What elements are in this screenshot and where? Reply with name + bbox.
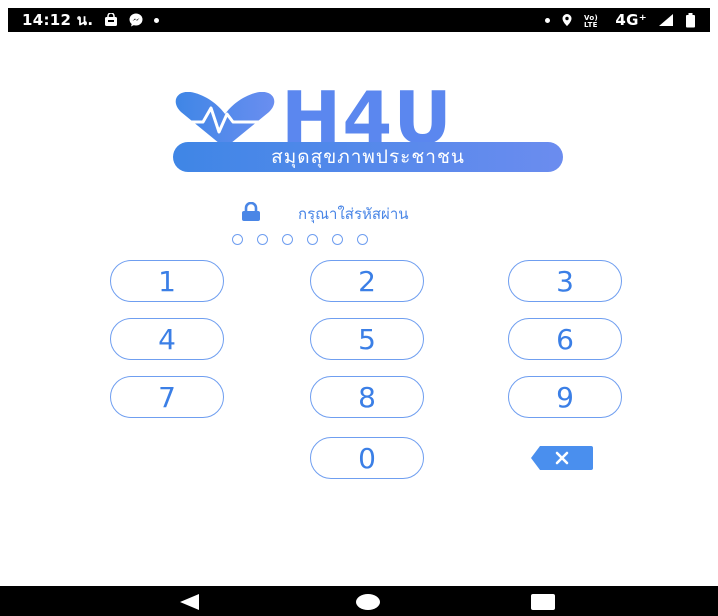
key-2[interactable]: 2: [310, 260, 424, 302]
pin-dot: [357, 234, 368, 245]
backspace-button[interactable]: [530, 445, 594, 471]
key-4[interactable]: 4: [110, 318, 224, 360]
status-right: Vo) LTE 4G⁺: [545, 11, 696, 29]
h4u-logo: H4U สมุดสุขภาพประชาชน: [173, 82, 565, 184]
lock-icon: [240, 201, 262, 226]
password-prompt-text: กรุณาใส่รหัสผ่าน: [298, 205, 409, 223]
key-8[interactable]: 8: [310, 376, 424, 418]
svg-text:LTE: LTE: [584, 21, 598, 27]
back-icon[interactable]: [178, 593, 200, 611]
dot-icon: [545, 17, 551, 23]
heart-pulse-icon: [175, 92, 275, 148]
network-type: 4G⁺: [615, 11, 647, 29]
volte-icon: Vo) LTE: [584, 13, 604, 27]
status-bar: 14:12 น. Vo) LTE 4G⁺: [8, 8, 710, 32]
key-0[interactable]: 0: [310, 437, 424, 479]
home-icon[interactable]: [355, 593, 381, 611]
status-time: 14:12 น.: [22, 11, 94, 29]
key-3[interactable]: 3: [508, 260, 622, 302]
recents-icon[interactable]: [530, 593, 556, 611]
lock-screen: 14:12 น. Vo) LTE 4G⁺ H4U สมุดสุขภาพประชา…: [0, 0, 718, 616]
navigation-bar: [0, 586, 718, 616]
battery-icon: [685, 12, 696, 28]
key-5[interactable]: 5: [310, 318, 424, 360]
brand-subtitle: สมุดสุขภาพประชาชน: [173, 142, 563, 172]
password-prompt: กรุณาใส่รหัสผ่าน: [240, 201, 540, 226]
location-icon: [561, 13, 573, 27]
pin-indicator: [232, 234, 368, 245]
signal-icon: [658, 13, 674, 27]
pin-dot: [232, 234, 243, 245]
shopping-bag-icon: [104, 13, 118, 27]
status-left: 14:12 น.: [22, 8, 160, 32]
pin-dot: [307, 234, 318, 245]
pin-dot: [332, 234, 343, 245]
dot-icon: [154, 17, 160, 23]
key-9[interactable]: 9: [508, 376, 622, 418]
backspace-icon: [531, 446, 593, 470]
key-6[interactable]: 6: [508, 318, 622, 360]
key-1[interactable]: 1: [110, 260, 224, 302]
pin-dot: [282, 234, 293, 245]
messenger-icon: [129, 13, 143, 27]
pin-dot: [257, 234, 268, 245]
key-7[interactable]: 7: [110, 376, 224, 418]
